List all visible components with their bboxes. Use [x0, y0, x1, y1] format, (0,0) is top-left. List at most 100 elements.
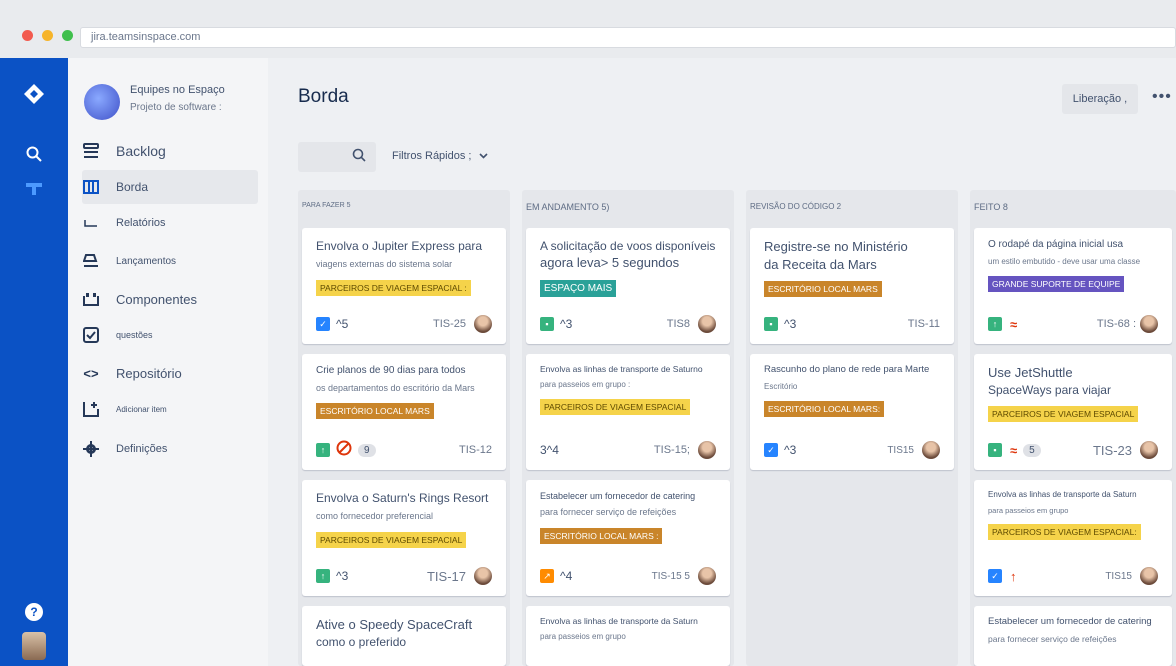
maximize-window-dot[interactable] — [62, 30, 73, 41]
page-title: Borda — [298, 86, 349, 107]
card-title: Use JetShuttle — [988, 365, 1073, 380]
epic-tag[interactable]: GRANDE SUPORTE DE EQUIPE — [988, 275, 1125, 292]
sidebar-item-board[interactable]: Borda — [82, 170, 258, 204]
issue-card[interactable]: Envolva as linhas de transporte da Satur… — [974, 480, 1172, 596]
sidebar-item-releases[interactable]: Lançamentos — [82, 244, 258, 278]
card-title: Estabelecer um fornecedor de catering — [540, 491, 696, 501]
issue-card[interactable]: Registre-se no Ministério da Receita da … — [750, 228, 954, 344]
issue-key[interactable]: TIS-15 5 — [652, 571, 690, 582]
epic-tag[interactable]: ESPAÇO MAIS — [540, 279, 617, 297]
search-icon[interactable] — [20, 140, 48, 168]
sidebar-item-settings[interactable]: Definições — [82, 432, 258, 466]
issue-key[interactable]: TIS8 — [667, 318, 690, 330]
card-subtitle: para passeios em grupo — [988, 505, 1069, 515]
issue-card[interactable]: Envolva o Saturn's Rings Resort como for… — [302, 480, 506, 596]
minimize-window-dot[interactable] — [42, 30, 53, 41]
issue-key[interactable]: TIS15 — [887, 445, 914, 456]
card-title: A solicitação de voos disponíveis — [540, 239, 716, 253]
sidebar-item-label: Repositório — [116, 365, 182, 381]
project-avatar[interactable] — [84, 84, 120, 120]
issue-card[interactable]: Estabelecer um fornecedor de catering pa… — [526, 480, 730, 596]
issue-card[interactable]: Rascunho do plano de rede para Marte Esc… — [750, 354, 954, 470]
story-points: 9 — [358, 443, 376, 457]
help-icon[interactable]: ? — [20, 598, 48, 626]
window-controls — [22, 30, 73, 41]
issue-key[interactable]: TIS-23 — [1093, 443, 1132, 458]
high-priority-icon: ≈ — [1010, 442, 1018, 458]
issue-card[interactable]: O rodapé da página inicial usa um estilo… — [974, 228, 1172, 344]
epic-tag[interactable]: ESCRITÓRIO LOCAL MARS: — [764, 400, 885, 417]
sidebar-item-reports[interactable]: Relatórios — [82, 206, 258, 240]
jira-logo-icon[interactable] — [20, 80, 48, 108]
card-subtitle: para fornecer serviço de refeições — [540, 507, 677, 518]
more-actions-button[interactable]: ••• — [1152, 88, 1172, 106]
epic-tag[interactable]: PARCEIROS DE VIAGEM ESPACIAL — [540, 399, 691, 416]
browser-toolbar: jira.teamsinspace.com — [0, 0, 1176, 58]
issue-key[interactable]: TIS-68 : — [1097, 318, 1136, 330]
epic-tag[interactable]: PARCEIROS DE VIAGEM ESPACIAL — [316, 531, 467, 548]
issue-card[interactable]: Envolva as linhas de transporte da Satur… — [526, 606, 730, 666]
card-title: Envolva as linhas de transporte da Satur… — [540, 616, 698, 626]
create-icon[interactable] — [20, 174, 48, 202]
issue-key[interactable]: TIS-17 — [427, 569, 466, 584]
user-avatar[interactable] — [20, 632, 48, 660]
epic-tag[interactable]: ESCRITÓRIO LOCAL MARS — [764, 281, 882, 298]
card-subtitle: como o preferido — [316, 634, 407, 649]
estimate: ^4 — [560, 569, 573, 583]
estimate: ^5 — [336, 317, 349, 331]
release-button[interactable]: Liberação , — [1062, 84, 1138, 114]
project-name[interactable]: Equipes no Espaço — [130, 84, 225, 96]
epic-tag[interactable]: PARCEIROS DE VIAGEM ESPACIAL — [988, 405, 1139, 422]
assignee-avatar — [1140, 567, 1158, 585]
sidebar-item-components[interactable]: Componentes — [82, 282, 258, 316]
issue-key[interactable]: TIS-11 — [908, 318, 940, 330]
issue-key[interactable]: TIS-12 — [459, 444, 492, 456]
address-bar[interactable]: jira.teamsinspace.com — [80, 27, 1176, 48]
estimate: 3^4 — [540, 443, 559, 457]
estimate: ^3 — [784, 317, 797, 331]
search-icon — [352, 148, 366, 167]
card-title: Envolva o Jupiter Express para — [316, 239, 483, 253]
story-points: 5 — [1023, 443, 1041, 457]
issue-card[interactable]: Use JetShuttle SpaceWays para viajar PAR… — [974, 354, 1172, 470]
sidebar-item-label: Lançamentos — [116, 255, 177, 267]
column-title: REVISÃO DO CÓDIGO 2 — [750, 202, 842, 211]
column-title: PARA FAZER 5 — [302, 202, 351, 209]
epic-tag[interactable]: PARCEIROS DE VIAGEM ESPACIAL: — [988, 524, 1141, 541]
board-search-input[interactable] — [298, 142, 376, 172]
card-subtitle: para passeios em grupo : — [540, 380, 631, 390]
issue-card[interactable]: Ative o Speedy SpaceCraft como o preferi… — [302, 606, 506, 666]
sidebar-item-repository[interactable]: <> Repositório — [82, 356, 258, 390]
issue-card[interactable]: Crie planos de 90 dias para todos os dep… — [302, 354, 506, 470]
card-title: Registre-se no Ministério — [764, 239, 908, 254]
epic-tag[interactable]: PARCEIROS DE VIAGEM ESPACIAL : — [316, 279, 471, 296]
code-icon: <> — [83, 365, 99, 381]
story-type-icon: ▪ — [988, 443, 1002, 457]
card-subtitle: viagens externas do sistema solar — [316, 259, 453, 270]
task-type-icon: ✓ — [316, 317, 330, 331]
issue-card[interactable]: Envolva o Jupiter Express para viagens e… — [302, 228, 506, 344]
card-subtitle: para passeios em grupo — [540, 632, 626, 642]
card-title: Envolva o Saturn's Rings Resort — [316, 491, 489, 505]
assignee-avatar — [698, 567, 716, 585]
backlog-icon — [82, 142, 100, 160]
issue-card[interactable]: A solicitação de voos disponíveis agora … — [526, 228, 730, 344]
highest-priority-icon: ≈ — [1010, 316, 1018, 332]
issue-card[interactable]: Envolva as linhas de transporte de Satur… — [526, 354, 730, 470]
card-subtitle: os departamentos do escritório da Mars — [316, 382, 475, 393]
quick-filters-label: Filtros Rápidos ; — [392, 150, 472, 162]
sidebar-item-add-item[interactable]: Adicionar item — [82, 392, 258, 426]
epic-tag[interactable]: ESCRITÓRIO LOCAL MARS : — [540, 527, 663, 544]
sidebar-item-backlog[interactable]: Backlog — [82, 134, 258, 168]
epic-tag[interactable]: ESCRITÓRIO LOCAL MARS — [316, 403, 434, 419]
sidebar-item-label: questões — [116, 330, 153, 340]
card-title: Estabelecer um fornecedor de catering — [988, 616, 1152, 627]
board-main: Borda Liberação , ••• Filtros Rápidos ; … — [268, 58, 1176, 666]
issue-key[interactable]: TIS-25 — [433, 318, 466, 330]
issue-card[interactable]: Estabelecer um fornecedor de catering pa… — [974, 606, 1172, 666]
issue-key[interactable]: TIS-15; — [654, 444, 690, 456]
issue-key[interactable]: TIS15 — [1105, 571, 1132, 582]
close-window-dot[interactable] — [22, 30, 33, 41]
quick-filters-dropdown[interactable]: Filtros Rápidos ; — [392, 150, 489, 162]
sidebar-item-issues[interactable]: questões — [82, 318, 258, 352]
